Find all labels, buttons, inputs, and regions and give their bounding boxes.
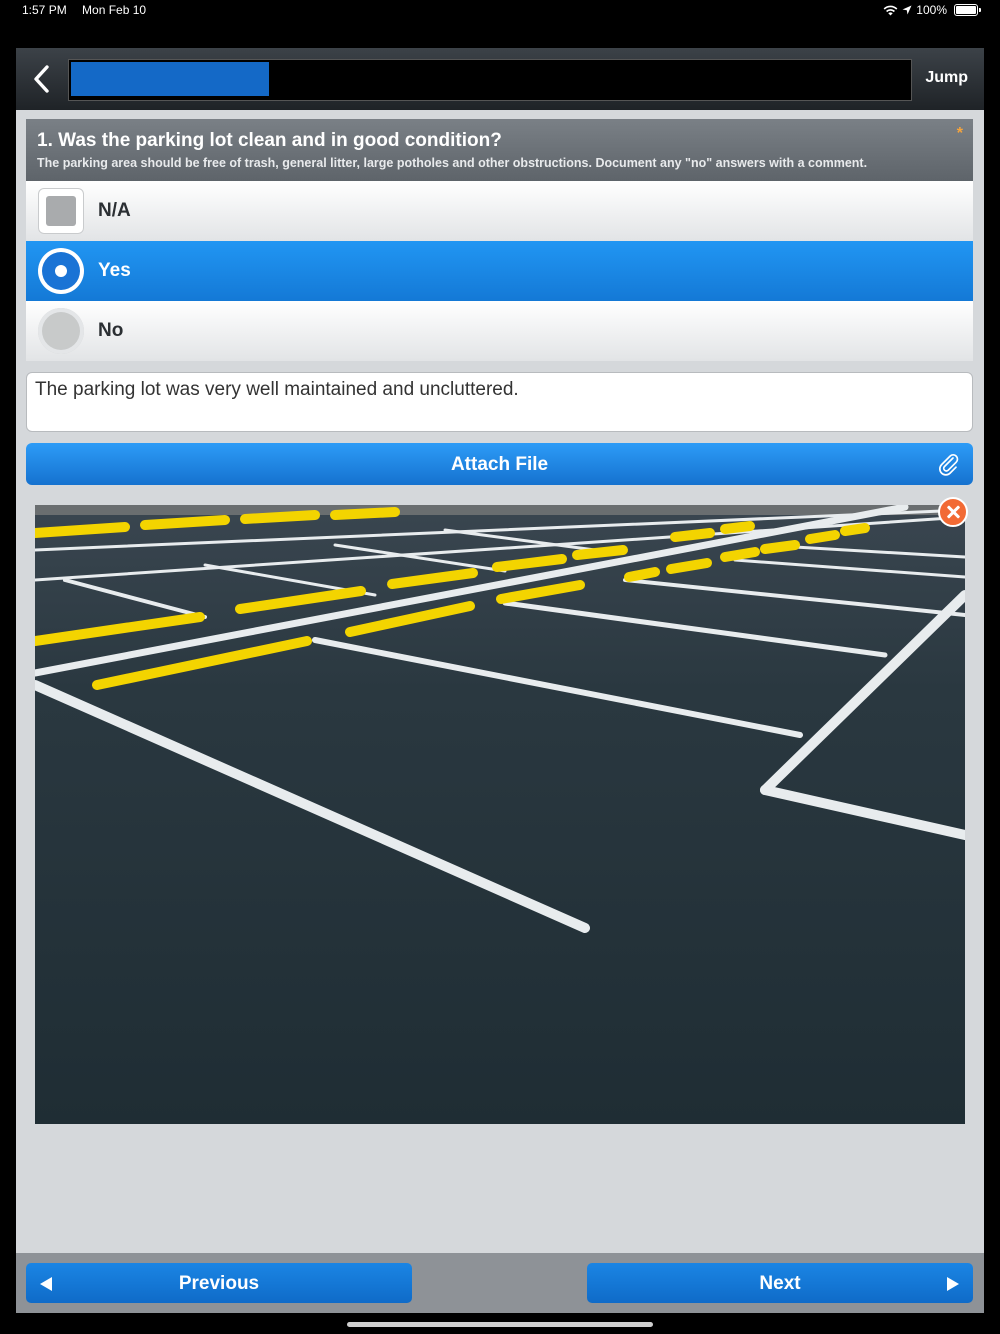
status-time: 1:57 PM <box>22 3 67 17</box>
chevron-left-icon <box>34 65 49 93</box>
battery-icon <box>954 4 981 16</box>
status-bar: 1:57 PM Mon Feb 10 100% <box>0 0 1000 22</box>
paperclip-icon <box>939 454 959 476</box>
back-button[interactable] <box>30 64 54 94</box>
comment-field[interactable]: The parking lot was very well maintained… <box>26 372 973 432</box>
attach-file-button[interactable]: Attach File <box>26 443 973 485</box>
question-title: 1. Was the parking lot clean and in good… <box>37 130 502 151</box>
next-button[interactable]: Next <box>587 1263 973 1303</box>
remove-attachment-button[interactable] <box>938 497 968 527</box>
status-date: Mon Feb 10 <box>82 3 147 17</box>
parking-lot-image <box>35 505 965 1124</box>
arrow-right-icon <box>947 1277 959 1291</box>
redacted-title <box>71 62 269 96</box>
option-no[interactable]: No <box>26 301 973 361</box>
bottom-nav-bar: Previous Next <box>16 1253 984 1313</box>
next-label: Next <box>759 1273 801 1294</box>
status-left: 1:57 PM Mon Feb 10 <box>22 3 146 17</box>
option-label-no: No <box>98 320 124 341</box>
status-right: 100% <box>883 3 981 17</box>
radio-selected-icon[interactable] <box>38 248 84 294</box>
checklist-app: Jump 1. Was the parking lot clean and in… <box>16 48 984 1313</box>
attach-file-label: Attach File <box>450 454 549 475</box>
attached-photo[interactable] <box>35 505 965 1124</box>
previous-button[interactable]: Previous <box>26 1263 412 1303</box>
comment-text: The parking lot was very well maintained… <box>35 379 519 400</box>
option-na[interactable]: N/A <box>26 181 973 241</box>
top-bar: Jump <box>16 48 984 110</box>
checkbox-icon[interactable] <box>38 188 84 234</box>
option-label-na: N/A <box>98 200 131 221</box>
section-title-field[interactable] <box>68 59 912 101</box>
previous-label: Previous <box>178 1273 260 1294</box>
wifi-icon <box>883 5 898 15</box>
option-yes[interactable]: Yes <box>26 241 973 301</box>
radio-unselected-icon[interactable] <box>38 308 84 354</box>
home-indicator[interactable] <box>347 1322 653 1327</box>
battery-percent: 100% <box>916 3 947 17</box>
jump-button[interactable]: Jump <box>925 69 968 87</box>
required-marker: * <box>956 125 963 142</box>
option-label-yes: Yes <box>98 260 131 281</box>
question-header: 1. Was the parking lot clean and in good… <box>26 119 973 181</box>
question-description: The parking area should be free of trash… <box>37 156 868 170</box>
location-arrow-icon <box>902 5 912 15</box>
